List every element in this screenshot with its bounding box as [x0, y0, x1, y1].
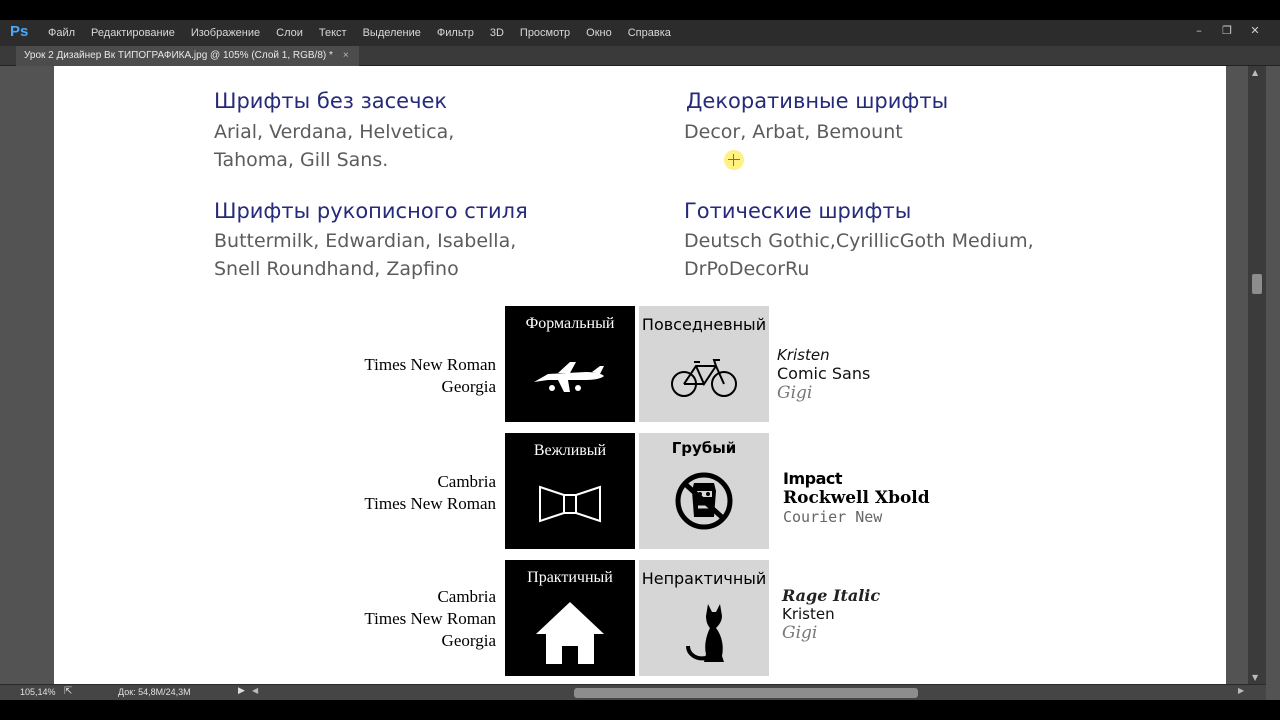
- right-fonts-row-2: Impact Rockwell Xbold Courier New: [783, 469, 930, 526]
- tile-label: Повседневный: [641, 315, 767, 334]
- font-line: Arial, Verdana, Helvetica,: [214, 121, 455, 143]
- document-canvas[interactable]: Шрифты без засечек Arial, Verdana, Helve…: [54, 66, 1226, 684]
- menu-select[interactable]: Выделение: [355, 20, 429, 46]
- menu-bar: Ps Файл Редактирование Изображение Слои …: [0, 20, 1280, 46]
- airplane-icon: [534, 362, 604, 392]
- right-fonts-row-1: Kristen Comic Sans Gigi: [777, 346, 870, 403]
- document-tab-bar: Урок 2 Дизайнер Вк ТИПОГРАФИКА.jpg @ 105…: [0, 46, 1280, 66]
- font-sample: Kristen: [782, 605, 835, 623]
- category-title-sans: Шрифты без засечек: [214, 89, 448, 113]
- zoom-level[interactable]: 105,14%: [20, 687, 56, 697]
- tile-label: Практичный: [527, 569, 613, 586]
- tile-polite: Вежливый: [505, 433, 635, 549]
- left-fonts-row-2: Cambria Times New Roman: [364, 471, 496, 515]
- menu-filter[interactable]: Фильтр: [429, 20, 482, 46]
- menu-image[interactable]: Изображение: [183, 20, 268, 46]
- font-line: Snell Roundhand, Zapfino: [214, 258, 459, 280]
- menu-window[interactable]: Окно: [578, 20, 620, 46]
- menu-layers[interactable]: Слои: [268, 20, 311, 46]
- category-title-decorative: Декоративные шрифты: [686, 89, 949, 113]
- font-line: Cambria: [437, 587, 496, 606]
- menu-edit[interactable]: Редактирование: [83, 20, 183, 46]
- category-title-handwritten: Шрифты рукописного стиля: [214, 199, 528, 223]
- category-title-gothic: Готические шрифты: [684, 199, 912, 223]
- menu-help[interactable]: Справка: [620, 20, 679, 46]
- left-fonts-row-3: Cambria Times New Roman Georgia: [364, 586, 496, 652]
- font-line: Times New Roman: [364, 609, 496, 628]
- horizontal-scroll-thumb[interactable]: [574, 688, 918, 698]
- house-icon: [536, 602, 604, 664]
- category-fonts-decorative: Decor, Arbat, Bemount: [684, 118, 903, 146]
- close-icon[interactable]: ✕: [1248, 24, 1262, 38]
- font-line: Deutsch Gothic,CyrillicGoth Medium,: [684, 230, 1034, 252]
- window-controls: – ❐ ✕: [1192, 24, 1262, 38]
- font-line: Cambria: [437, 472, 496, 491]
- font-line: Decor, Arbat, Bemount: [684, 121, 903, 143]
- bicycle-icon: [671, 359, 737, 397]
- scroll-up-arrow-icon[interactable]: ▲: [1252, 68, 1258, 77]
- tab-close-icon[interactable]: ×: [343, 46, 349, 66]
- font-line: Georgia: [441, 631, 496, 650]
- font-sample: Impact: [783, 469, 843, 488]
- menu-3d[interactable]: 3D: [482, 20, 512, 46]
- bottom-black-bar: [0, 700, 1280, 720]
- right-fonts-row-3: Rage Italic Kristen Gigi: [782, 586, 880, 643]
- status-menu-arrow-icon[interactable]: ▶: [238, 686, 245, 696]
- font-sample: Gigi: [782, 623, 818, 643]
- cursor-crosshair-icon: [724, 150, 744, 170]
- photoshop-logo-icon: Ps: [10, 23, 29, 40]
- restore-icon[interactable]: ❐: [1220, 24, 1234, 38]
- category-fonts-handwritten: Buttermilk, Edwardian, Isabella, Snell R…: [214, 227, 516, 283]
- font-sample: Gigi: [777, 383, 813, 403]
- vertical-scroll-thumb[interactable]: [1252, 274, 1262, 294]
- font-sample: Rage Italic: [782, 586, 881, 605]
- tile-rude: Грубый: [639, 433, 769, 549]
- menu-file[interactable]: Файл: [40, 20, 83, 46]
- vertical-scrollbar[interactable]: ▲ ▼: [1248, 66, 1266, 684]
- font-sample: Courier New: [783, 508, 883, 526]
- tile-label: Формальный: [525, 315, 615, 332]
- font-sample: Rockwell Xbold: [783, 488, 930, 508]
- document-size: Док: 54,8M/24,3M: [118, 687, 191, 697]
- menu-items: Файл Редактирование Изображение Слои Тек…: [40, 20, 679, 46]
- category-fonts-sans: Arial, Verdana, Helvetica, Tahoma, Gill …: [214, 118, 454, 174]
- tile-impractical: Непрактичный: [639, 560, 769, 676]
- scroll-left-arrow-icon[interactable]: ◀: [252, 686, 258, 695]
- photoshop-window: Ps Файл Редактирование Изображение Слои …: [0, 0, 1280, 720]
- scroll-down-arrow-icon[interactable]: ▼: [1252, 673, 1258, 682]
- category-fonts-gothic: Deutsch Gothic,CyrillicGoth Medium, DrPo…: [684, 227, 1034, 283]
- font-line: Times New Roman: [364, 494, 496, 513]
- menu-view[interactable]: Просмотр: [512, 20, 578, 46]
- cat-icon: [686, 604, 724, 662]
- font-line: Times New Roman: [364, 355, 496, 374]
- menu-type[interactable]: Текст: [311, 20, 355, 46]
- tile-label: Грубый: [671, 439, 737, 457]
- tile-formal: Формальный: [505, 306, 635, 422]
- tile-label: Вежливый: [533, 442, 607, 459]
- font-sample: Kristen: [777, 346, 830, 364]
- font-line: Tahoma, Gill Sans.: [214, 149, 389, 171]
- font-line: DrPoDecorRu: [684, 258, 810, 280]
- bow-tie-icon: [539, 485, 601, 523]
- rude-face-icon: [675, 472, 733, 530]
- font-sample: Comic Sans: [777, 364, 871, 383]
- minimize-icon[interactable]: –: [1192, 24, 1206, 38]
- status-bar: 105,14% ⇱ Док: 54,8M/24,3M ▶ ◀ ▶: [0, 684, 1266, 700]
- document-tab[interactable]: Урок 2 Дизайнер Вк ТИПОГРАФИКА.jpg @ 105…: [16, 46, 359, 66]
- document-tab-title: Урок 2 Дизайнер Вк ТИПОГРАФИКА.jpg @ 105…: [24, 50, 333, 61]
- tile-label: Непрактичный: [641, 569, 767, 588]
- font-line: Buttermilk, Edwardian, Isabella,: [214, 230, 517, 252]
- scroll-right-arrow-icon[interactable]: ▶: [1238, 686, 1244, 695]
- export-icon[interactable]: ⇱: [64, 686, 72, 697]
- top-black-bar: [0, 0, 1280, 20]
- font-line: Georgia: [441, 377, 496, 396]
- tile-practical: Практичный: [505, 560, 635, 676]
- tile-casual: Повседневный: [639, 306, 769, 422]
- left-fonts-row-1: Times New Roman Georgia: [364, 354, 496, 398]
